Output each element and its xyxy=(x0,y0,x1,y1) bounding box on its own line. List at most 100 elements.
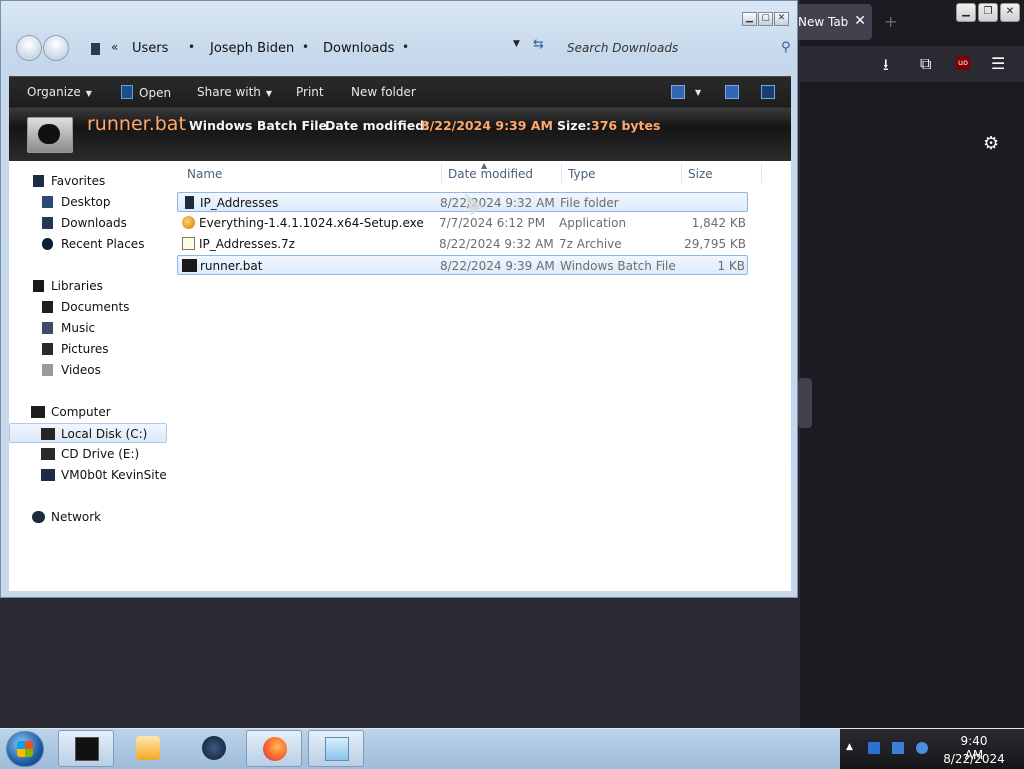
maximize-button[interactable]: ▢ xyxy=(758,12,773,26)
forward-button[interactable] xyxy=(43,35,69,61)
documents-icon xyxy=(42,301,53,313)
column-size[interactable]: Size xyxy=(688,167,713,181)
nav-videos[interactable]: Videos xyxy=(9,360,167,380)
volume-icon[interactable] xyxy=(916,742,928,754)
tray-app-icon[interactable] xyxy=(868,742,880,754)
refresh-icon[interactable]: ⇆ xyxy=(533,37,544,52)
help-icon[interactable] xyxy=(761,85,775,99)
column-name[interactable]: Name xyxy=(187,167,222,181)
new-folder-button[interactable]: New folder xyxy=(351,85,416,99)
search-icon[interactable]: ⚲ xyxy=(781,40,791,55)
search-input[interactable]: Search Downloads xyxy=(567,41,678,55)
media-player-icon xyxy=(136,736,160,760)
address-bar[interactable]: « Users • Joseph Biden • Downloads • xyxy=(91,38,523,60)
column-divider[interactable] xyxy=(761,163,762,183)
videos-icon xyxy=(42,364,53,376)
breadcrumb-joseph-biden[interactable]: Joseph Biden xyxy=(210,41,294,56)
clock-date[interactable]: 8/22/2024 xyxy=(940,752,1008,766)
file-date: 7/7/2024 6:12 PM xyxy=(439,216,546,230)
back-button[interactable] xyxy=(16,35,42,61)
nav-videos-label: Videos xyxy=(61,363,101,377)
nav-downloads-label: Downloads xyxy=(61,216,127,230)
file-name: Everything-1.4.1.1024.x64-Setup.exe xyxy=(199,216,424,230)
details-file-name: runner.bat xyxy=(87,113,186,135)
file-thumbnail-icon xyxy=(27,117,73,153)
breadcrumb-separator[interactable]: • xyxy=(402,40,409,54)
minimize-button[interactable]: ▁ xyxy=(742,12,757,26)
nav-cd-drive[interactable]: CD Drive (E:) xyxy=(9,444,167,464)
nav-computer[interactable]: Computer xyxy=(9,402,167,422)
menu-icon[interactable]: ☰ xyxy=(991,54,1005,73)
desktop-icon xyxy=(42,196,53,208)
new-tab-button[interactable]: + xyxy=(884,12,897,31)
file-row-ip-addresses-7z[interactable]: IP_Addresses.7z 8/22/2024 9:32 AM 7z Arc… xyxy=(177,234,748,254)
column-divider[interactable] xyxy=(441,163,442,183)
download-icon[interactable]: ⭳ xyxy=(883,54,889,81)
browser-content xyxy=(800,82,1024,728)
file-row-runner-bat[interactable]: runner.bat 8/22/2024 9:39 AM Windows Bat… xyxy=(177,255,748,275)
breadcrumb-users[interactable]: Users xyxy=(132,41,168,56)
organize-button[interactable]: Organize ▼ xyxy=(27,85,92,99)
change-view-icon[interactable] xyxy=(671,85,685,99)
breadcrumb-separator[interactable]: • xyxy=(302,40,309,54)
browser-tab-new-tab[interactable]: New Tab ✕ xyxy=(790,4,872,40)
column-type[interactable]: Type xyxy=(568,167,596,181)
explorer-icon xyxy=(325,737,349,761)
ublock-icon[interactable]: uo xyxy=(956,56,970,70)
nav-libraries[interactable]: Libraries xyxy=(9,276,167,296)
taskbar-browser[interactable] xyxy=(186,730,242,767)
breadcrumb-separator[interactable]: • xyxy=(188,40,195,54)
nav-downloads[interactable]: Downloads xyxy=(9,213,167,233)
nav-network-share-label: VM0b0t KevinSite xyxy=(61,468,167,482)
nav-favorites[interactable]: Favorites xyxy=(9,171,167,191)
nav-documents[interactable]: Documents xyxy=(9,297,167,317)
column-divider[interactable] xyxy=(561,163,562,183)
show-hidden-icons-icon[interactable]: ▲ xyxy=(846,742,853,752)
nav-recent-places[interactable]: Recent Places xyxy=(9,234,167,254)
nav-desktop-label: Desktop xyxy=(61,195,111,209)
nav-pictures[interactable]: Pictures xyxy=(9,339,167,359)
column-divider[interactable] xyxy=(681,163,682,183)
close-button[interactable]: ✕ xyxy=(774,12,789,26)
nav-network-share[interactable]: VM0b0t KevinSite xyxy=(9,465,167,485)
file-size: 1 KB xyxy=(717,259,745,273)
print-button[interactable]: Print xyxy=(296,85,324,99)
share-with-button[interactable]: Share with ▼ xyxy=(197,85,272,99)
breadcrumb-downloads[interactable]: Downloads xyxy=(323,41,394,56)
taskbar-cmd[interactable] xyxy=(58,730,114,767)
extensions-icon[interactable]: ⧉ xyxy=(920,54,931,74)
browser-minimize-button[interactable]: ▁ xyxy=(956,3,976,22)
start-button[interactable] xyxy=(6,731,44,767)
close-tab-icon[interactable]: ✕ xyxy=(854,13,866,29)
batch-file-icon xyxy=(121,85,133,99)
column-date-modified[interactable]: Date modified xyxy=(448,167,533,181)
chevron-down-icon: ▼ xyxy=(265,89,273,98)
nav-desktop[interactable]: Desktop xyxy=(9,192,167,212)
taskbar-explorer[interactable] xyxy=(308,730,364,767)
navigation-pane: Favorites Desktop Downloads Recent Place… xyxy=(9,161,177,591)
browser-close-button[interactable]: ✕ xyxy=(1000,3,1020,22)
gear-icon[interactable]: ⚙ xyxy=(983,133,999,154)
open-button[interactable]: Open xyxy=(121,85,171,100)
nav-network[interactable]: Network xyxy=(9,507,167,527)
preview-pane-icon[interactable] xyxy=(725,85,739,99)
file-row-everything-setup[interactable]: Everything-1.4.1.1024.x64-Setup.exe 7/7/… xyxy=(177,213,748,233)
nav-cd-drive-label: CD Drive (E:) xyxy=(61,447,140,461)
file-size: 1,842 KB xyxy=(691,216,746,230)
taskbar-media-player[interactable] xyxy=(120,730,176,767)
file-type: Windows Batch File xyxy=(560,259,676,273)
breadcrumb-overflow[interactable]: « xyxy=(111,40,118,54)
share-with-label: Share with xyxy=(197,85,261,99)
nav-local-disk[interactable]: Local Disk (C:) xyxy=(9,423,167,443)
network-icon xyxy=(32,511,45,523)
navigation-bar: « Users • Joseph Biden • Downloads • ▼ ⇆… xyxy=(13,35,791,63)
nav-music[interactable]: Music xyxy=(9,318,167,338)
view-options-chevron-icon[interactable]: ▼ xyxy=(695,88,701,97)
star-icon xyxy=(33,175,44,187)
downloads-icon xyxy=(42,217,53,229)
address-dropdown-icon[interactable]: ▼ xyxy=(513,39,520,49)
network-status-icon[interactable] xyxy=(892,742,904,754)
taskbar-firefox[interactable] xyxy=(246,730,302,767)
browser-restore-button[interactable]: ❐ xyxy=(978,3,998,22)
recent-places-icon xyxy=(42,238,53,250)
